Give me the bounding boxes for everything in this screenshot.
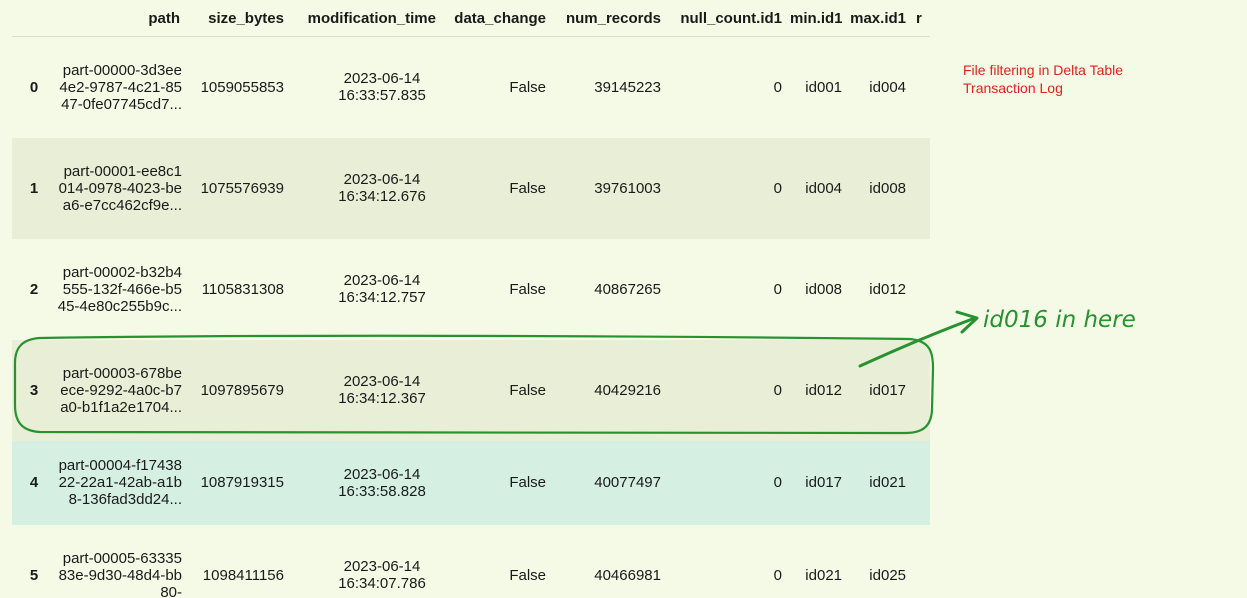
- row-index: 5: [29, 566, 39, 584]
- annotation-line-2: Transaction Log: [963, 80, 1063, 96]
- truncated-cell: [914, 441, 930, 525]
- num-records-cell: 39145223: [594, 78, 661, 96]
- size-bytes-cell: 1087919315: [200, 474, 284, 491]
- row-index: 1: [29, 179, 39, 197]
- annotation-line-1: File filtering in Delta Table: [963, 62, 1124, 78]
- row-index: 3: [29, 381, 39, 399]
- modification-date: 2023-06-14: [343, 558, 421, 575]
- annotation-text: File filtering in Delta Table Transactio…: [963, 61, 1183, 97]
- table-row: 5 part-00005-6333583e-9d30-48d4-bb80- 10…: [12, 524, 930, 598]
- path-cell: part-00001-ee8c1014-0978-4023-bea6-e7cc4…: [58, 162, 182, 214]
- row-index: 2: [29, 280, 39, 298]
- size-bytes-cell: 1105831308: [201, 280, 284, 298]
- modification-time-cell: 2023-06-14 16:33:57.835: [292, 37, 444, 138]
- null-count-cell: 0: [773, 280, 782, 298]
- modification-clock: 16:34:12.367: [338, 390, 426, 407]
- column-header-truncated: r: [914, 0, 930, 37]
- column-header-min-id1: min.id1: [790, 0, 850, 37]
- max-id1-cell: id004: [869, 78, 906, 96]
- column-header-size-bytes: size_bytes: [188, 0, 292, 37]
- path-cell: part-00004-f1743822-22a1-42ab-a1b8-136fa…: [58, 457, 182, 508]
- truncated-cell: [914, 138, 930, 239]
- null-count-cell: 0: [773, 179, 782, 197]
- column-header-max-id1: max.id1: [850, 0, 914, 37]
- column-header-path: path: [56, 0, 188, 37]
- size-bytes-cell: 1097895679: [200, 381, 284, 399]
- data-change-cell: False: [509, 78, 546, 96]
- modification-date: 2023-06-14: [343, 272, 421, 289]
- path-cell: part-00000-3d3ee4e2-9787-4c21-8547-0fe07…: [59, 61, 182, 113]
- min-id1-cell: id021: [805, 566, 842, 584]
- modification-clock: 16:33:57.835: [338, 87, 426, 105]
- modification-time-cell: 2023-06-14 16:34:12.676: [292, 138, 444, 239]
- table-row: 3 part-00003-678beece-9292-4a0c-b7a0-b1f…: [12, 339, 930, 441]
- truncated-cell: [914, 239, 930, 340]
- path-cell: part-00005-6333583e-9d30-48d4-bb80-: [58, 549, 182, 598]
- min-id1-cell: id008: [805, 280, 842, 298]
- num-records-cell: 40077497: [594, 474, 661, 491]
- path-cell: part-00003-678beece-9292-4a0c-b7a0-b1f1a…: [60, 364, 182, 416]
- modification-time-cell: 2023-06-14 16:34:12.367: [292, 340, 444, 441]
- row-index: 0: [29, 78, 39, 96]
- num-records-cell: 39761003: [594, 179, 661, 197]
- modification-date: 2023-06-14: [343, 465, 421, 483]
- column-header-null-count-id1: null_count.id1: [669, 0, 790, 37]
- max-id1-cell: id021: [869, 474, 906, 491]
- table-row: 0 part-00000-3d3ee4e2-9787-4c21-8547-0fe…: [12, 36, 930, 138]
- dataframe-table: path size_bytes modification_time data_c…: [12, 0, 930, 598]
- modification-date: 2023-06-14: [343, 171, 421, 188]
- column-header-data-change: data_change: [444, 0, 554, 37]
- modification-date: 2023-06-14: [343, 373, 421, 390]
- index-header: [12, 0, 56, 37]
- modification-clock: 16:34:12.757: [338, 289, 426, 306]
- min-id1-cell: id017: [805, 474, 842, 491]
- data-change-cell: False: [509, 280, 546, 298]
- size-bytes-cell: 1075576939: [200, 179, 284, 197]
- null-count-cell: 0: [773, 381, 782, 399]
- truncated-cell: [914, 340, 930, 441]
- handwritten-note: id016 in here: [983, 307, 1136, 333]
- arrowhead-icon: [955, 310, 979, 334]
- num-records-cell: 40429216: [594, 381, 661, 399]
- path-cell: part-00002-b32b4555-132f-466e-b545-4e80c…: [57, 263, 182, 315]
- header-row: path size_bytes modification_time data_c…: [12, 0, 930, 37]
- max-id1-cell: id017: [869, 381, 906, 399]
- max-id1-cell: id025: [869, 566, 906, 584]
- max-id1-cell: id008: [869, 179, 906, 197]
- num-records-cell: 40466981: [594, 566, 661, 584]
- size-bytes-cell: 1098411156: [202, 566, 284, 584]
- column-header-modification-time: modification_time: [292, 0, 444, 37]
- table-row: 4 part-00004-f1743822-22a1-42ab-a1b8-136…: [12, 440, 930, 525]
- table-header: path size_bytes modification_time data_c…: [12, 0, 930, 37]
- null-count-cell: 0: [773, 566, 782, 584]
- min-id1-cell: id012: [805, 381, 842, 399]
- table-body: 0 part-00000-3d3ee4e2-9787-4c21-8547-0fe…: [12, 36, 930, 598]
- data-change-cell: False: [509, 381, 546, 399]
- min-id1-cell: id004: [805, 179, 842, 197]
- null-count-cell: 0: [773, 78, 782, 96]
- truncated-cell: [914, 525, 930, 598]
- modification-time-cell: 2023-06-14 16:33:58.828: [292, 441, 444, 525]
- modification-time-cell: 2023-06-14 16:34:07.786: [292, 525, 444, 598]
- table-row: 1 part-00001-ee8c1014-0978-4023-bea6-e7c…: [12, 137, 930, 239]
- size-bytes-cell: 1059055853: [200, 78, 284, 96]
- modification-date: 2023-06-14: [343, 70, 421, 88]
- truncated-cell: [914, 37, 930, 138]
- table-row: 2 part-00002-b32b4555-132f-466e-b545-4e8…: [12, 238, 930, 340]
- notebook-output: path size_bytes modification_time data_c…: [0, 0, 1247, 598]
- modification-clock: 16:33:58.828: [338, 482, 426, 500]
- modification-clock: 16:34:12.676: [338, 188, 426, 205]
- data-change-cell: False: [509, 179, 546, 197]
- null-count-cell: 0: [773, 474, 782, 491]
- modification-clock: 16:34:07.786: [338, 575, 426, 592]
- max-id1-cell: id012: [869, 280, 906, 298]
- min-id1-cell: id001: [805, 78, 842, 96]
- data-change-cell: False: [509, 474, 546, 491]
- column-header-num-records: num_records: [554, 0, 669, 37]
- row-index: 4: [29, 474, 39, 491]
- data-change-cell: False: [509, 566, 546, 584]
- modification-time-cell: 2023-06-14 16:34:12.757: [292, 239, 444, 340]
- num-records-cell: 40867265: [594, 280, 661, 298]
